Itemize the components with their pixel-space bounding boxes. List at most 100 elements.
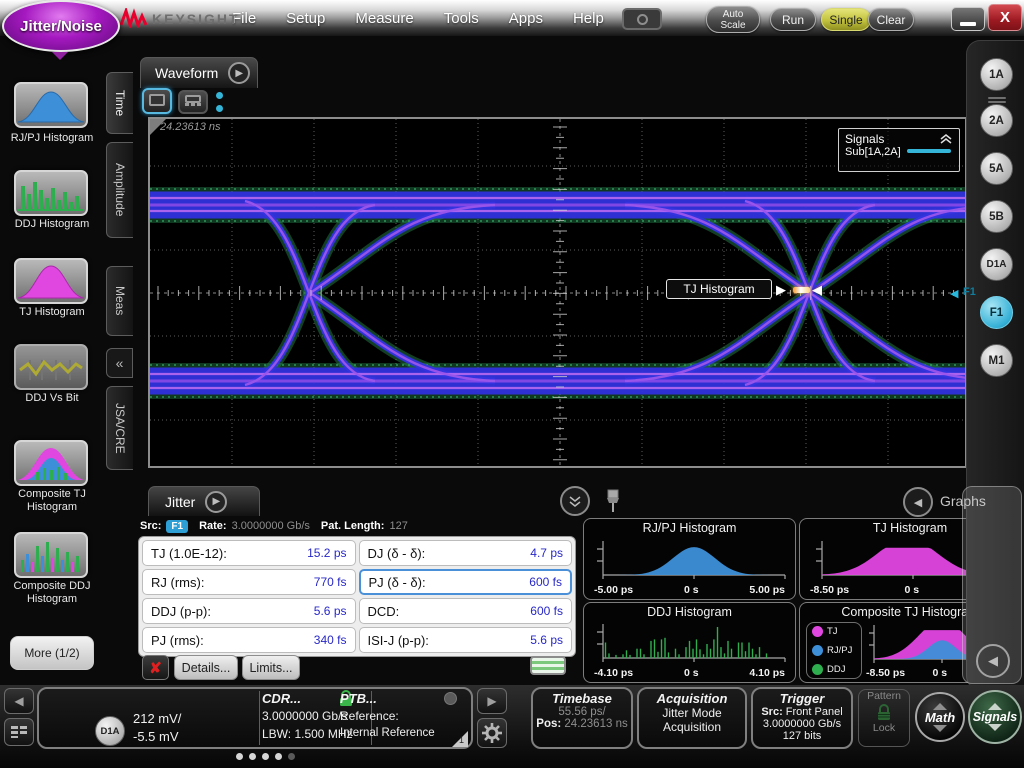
signals-up-arrow-icon — [988, 703, 1002, 710]
trigger-rate: 3.0000000 Gb/s — [753, 718, 851, 730]
menu-measure[interactable]: Measure — [355, 10, 413, 27]
status-page-dots[interactable] — [236, 753, 295, 760]
tab-meas[interactable]: Meas — [106, 266, 133, 336]
waveform-tab-menu-button[interactable]: ▶ — [228, 62, 250, 84]
single-button[interactable]: Single — [821, 8, 871, 31]
single-view-layout-button[interactable] — [142, 88, 172, 114]
waveform-tab[interactable]: Waveform ▶ — [140, 57, 258, 88]
result-cell-ddj[interactable]: DDJ (p-p):5.6 ps — [142, 598, 356, 624]
status-d1a-button[interactable]: D1A — [95, 716, 125, 746]
pin-icon[interactable] — [604, 488, 622, 514]
rjpj-histogram-chart — [589, 535, 789, 581]
tj-histogram-callout[interactable]: TJ Histogram — [666, 279, 772, 299]
trigger-panel[interactable]: Trigger Src: Front Panel 3.0000000 Gb/s … — [751, 687, 853, 749]
more-pages-button[interactable]: More (1/2) — [10, 636, 94, 670]
composite-chart-legend: TJ RJ/PJ DDJ — [806, 622, 862, 679]
marker-arrow-right-icon: ▶ — [776, 283, 786, 296]
lock-label: Lock — [859, 722, 909, 734]
close-button[interactable]: X — [988, 4, 1022, 31]
multi-view-layout-button[interactable] — [178, 90, 208, 114]
pattern-lock-panel[interactable]: Pattern Lock — [858, 689, 910, 747]
status-settings-gear-button[interactable] — [477, 718, 507, 748]
status-nav-right-button[interactable]: ▶ — [477, 688, 507, 714]
result-cell-dcd[interactable]: DCD:600 fs — [359, 598, 573, 624]
tab-amplitude[interactable]: Amplitude — [106, 142, 133, 238]
ptb-panel-title[interactable]: PTB... — [340, 691, 377, 706]
sidebar-item-tj-histogram[interactable] — [14, 258, 88, 304]
menu-apps[interactable]: Apps — [509, 10, 543, 27]
result-cell-rj[interactable]: RJ (rms):770 fs — [142, 569, 356, 595]
sidebar-collapse-button[interactable]: « — [106, 348, 133, 378]
channel-d1a-button[interactable]: D1A — [980, 248, 1013, 281]
result-cell-isij[interactable]: ISI-J (p-p):5.6 ps — [359, 627, 573, 653]
channel-5b-button[interactable]: 5B — [980, 200, 1013, 233]
graphs-panel-arrow-button[interactable]: ◀ — [903, 487, 933, 517]
sidebar-item-composite-ddj-histogram[interactable] — [14, 532, 88, 578]
sidebar-item-composite-tj-histogram[interactable] — [14, 440, 88, 486]
trigger-source: Front Panel — [786, 706, 843, 718]
menu-setup[interactable]: Setup — [286, 10, 325, 27]
signals-legend[interactable]: Signals Sub[1A,2A] — [838, 128, 960, 172]
result-cell-pj-dd[interactable]: PJ (δ - δ):600 fs — [359, 569, 573, 595]
result-cell-pj-rms[interactable]: PJ (rms):340 fs — [142, 627, 356, 653]
jitter-tab[interactable]: Jitter ▶ — [148, 486, 260, 516]
layout-dot-indicator-icon — [216, 105, 223, 112]
f1-trace-marker-label: F1 — [963, 286, 976, 298]
result-cell-dj[interactable]: DJ (δ - δ):4.7 ps — [359, 540, 573, 566]
channel-2a-button[interactable]: 2A — [980, 104, 1013, 137]
sidebar-label: Composite TJ Histogram — [0, 488, 104, 514]
channel-1a-button[interactable]: 1A — [980, 58, 1013, 91]
signals-button[interactable]: Signals — [968, 690, 1022, 744]
tab-jsa-cre[interactable]: JSA/CRE — [106, 386, 133, 470]
chart-card-ddj-histogram[interactable]: DDJ Histogram -4.10 ps0 s4.10 ps — [583, 602, 796, 683]
cdr-panel-title[interactable]: CDR... — [262, 691, 301, 706]
acquisition-mode-line1: Jitter Mode — [639, 706, 745, 720]
channel-m1-button[interactable]: M1 — [980, 344, 1013, 377]
status-indicator-icon — [530, 656, 566, 675]
graphs-tab-label[interactable]: Graphs — [940, 493, 986, 509]
app-screen: File Setup Measure Tools Apps Help KEYSI… — [0, 0, 1024, 768]
sidebar-item-ddj-vs-bit[interactable] — [14, 344, 88, 390]
jitter-tab-label: Jitter — [165, 494, 195, 510]
collapse-results-button[interactable] — [560, 486, 590, 516]
menu-help[interactable]: Help — [573, 10, 604, 27]
screenshot-camera-button[interactable] — [622, 8, 662, 30]
timebase-scale: 55.56 ps/ — [533, 706, 631, 718]
limits-button[interactable]: Limits... — [242, 655, 300, 680]
minimize-button[interactable] — [951, 7, 985, 31]
chart-xticks: -4.10 ps0 s4.10 ps — [594, 667, 785, 679]
sidebar-label: DDJ Histogram — [0, 218, 104, 231]
pattern-length-label: Pat. Length: — [321, 520, 385, 532]
pattern-lock-icon — [876, 703, 892, 721]
slide-panel-arrow-button[interactable]: ◀ — [976, 644, 1010, 678]
menu-tools[interactable]: Tools — [444, 10, 479, 27]
rate-value: 3.0000000 Gb/s — [232, 520, 310, 532]
result-cell-tj[interactable]: TJ (1.0E-12):15.2 ps — [142, 540, 356, 566]
status-grid-view-button[interactable] — [4, 718, 34, 746]
clear-results-button[interactable]: ✘ — [142, 655, 169, 680]
run-button[interactable]: Run — [770, 8, 816, 31]
sidebar-item-rjpj-histogram[interactable] — [14, 82, 88, 128]
channel-f1-button[interactable]: F1 — [980, 296, 1013, 329]
tab-time[interactable]: Time — [106, 72, 133, 134]
clear-button[interactable]: Clear — [868, 8, 914, 31]
jitter-noise-mode-button[interactable]: Jitter/Noise — [2, 0, 120, 52]
channel-5a-button[interactable]: 5A — [980, 152, 1013, 185]
rjpj-legend-dot-icon — [812, 645, 823, 656]
sidebar-item-ddj-histogram[interactable] — [14, 170, 88, 216]
chart-card-rjpj-histogram[interactable]: RJ/PJ Histogram -5.00 ps0 s5.00 ps — [583, 518, 796, 600]
chart-title: RJ/PJ Histogram — [584, 521, 795, 535]
math-button[interactable]: Math — [915, 692, 965, 742]
pattern-length-value: 127 — [389, 520, 407, 532]
acquisition-panel[interactable]: Acquisition Jitter Mode Acquisition — [637, 687, 747, 749]
legend-title: Signals — [845, 132, 884, 146]
timebase-panel[interactable]: Timebase 55.56 ps/ Pos: 24.23613 ns — [531, 687, 633, 749]
crossing-histogram-marker — [793, 287, 810, 293]
src-f1-badge[interactable]: F1 — [166, 520, 188, 533]
auto-scale-button[interactable]: AutoScale — [706, 6, 760, 33]
legend-collapse-icon[interactable] — [939, 134, 953, 144]
details-button[interactable]: Details... — [174, 655, 238, 680]
status-nav-left-button[interactable]: ◀ — [4, 688, 34, 714]
jitter-tab-menu-button[interactable]: ▶ — [205, 491, 227, 513]
sidebar-label: DDJ Vs Bit — [0, 392, 104, 405]
